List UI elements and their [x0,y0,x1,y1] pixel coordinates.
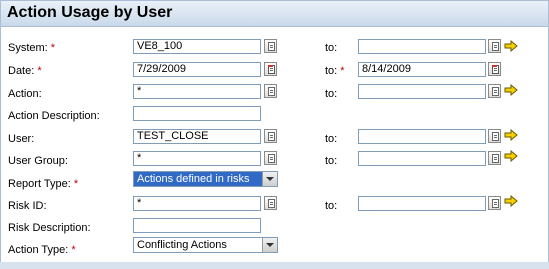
panel-header: Action Usage by User [1,1,548,27]
value-help-icon [492,42,499,51]
risk-id-to-field[interactable] [358,196,486,211]
required-marker: * [340,65,345,77]
action-type-label: Action Type: * [8,244,76,256]
user-group-to-label: to: [325,155,338,167]
risk-description-field[interactable] [133,218,261,233]
user-to-value-help-button[interactable] [488,129,501,143]
value-help-icon [268,87,275,96]
user-group-value-help-button[interactable] [264,151,277,165]
required-marker: * [73,178,79,190]
risk-description-label: Risk Description: [8,222,91,234]
risk-id-value-help-button[interactable] [264,196,277,210]
required-marker: * [50,42,56,54]
required-marker: * [37,65,42,77]
user-group-field[interactable]: * [133,151,261,166]
user-group-to-field[interactable] [358,151,486,166]
value-help-icon [268,199,275,208]
multiple-selection-arrow-icon[interactable] [504,195,518,207]
date-to-calendar-button[interactable] [488,62,501,76]
system-to-value-help-button[interactable] [488,39,501,53]
date-to-field[interactable]: 8/14/2009 [358,62,486,77]
system-field[interactable]: VE8_100 [133,39,261,54]
action-value-help-button[interactable] [264,84,277,98]
risk-id-to-value-help-button[interactable] [488,196,501,210]
system-label: System: * [8,42,56,54]
risk-id-to-label: to: [325,200,338,212]
bottom-divider [0,262,549,269]
date-from-field[interactable]: 7/29/2009 [133,62,261,77]
chevron-down-icon[interactable] [262,172,277,186]
risk-id-label: Risk ID: [8,200,47,212]
page-title: Action Usage by User [7,4,173,21]
multiple-selection-arrow-icon[interactable] [504,150,518,162]
action-to-label: to: [325,88,338,100]
value-help-icon [268,154,275,163]
action-field[interactable]: * [133,84,261,99]
date-label: Date: * [8,65,42,77]
action-to-value-help-button[interactable] [488,84,501,98]
value-help-icon [492,132,499,141]
date-to-label: to: * [325,65,345,77]
user-group-label: User Group: [8,155,68,167]
risk-id-field[interactable]: * [133,196,261,211]
system-to-field[interactable] [358,39,486,54]
action-type-dropdown[interactable]: Conflicting Actions [133,237,278,253]
action-description-label: Action Description: [8,110,100,122]
value-help-icon [268,42,275,51]
user-value-help-button[interactable] [264,129,277,143]
system-value-help-button[interactable] [264,39,277,53]
date-from-calendar-button[interactable] [264,62,277,76]
report-type-dropdown[interactable]: Actions defined in risks [133,171,278,187]
multiple-selection-arrow-icon[interactable] [504,84,518,96]
value-help-icon [492,199,499,208]
multiple-selection-arrow-icon[interactable] [504,129,518,141]
value-help-icon [268,132,275,141]
user-to-field[interactable] [358,129,486,144]
value-help-icon [492,154,499,163]
user-group-to-value-help-button[interactable] [488,151,501,165]
action-to-field[interactable] [358,84,486,99]
action-description-field[interactable] [133,106,261,121]
multiple-selection-arrow-icon[interactable] [504,40,518,52]
chevron-down-icon[interactable] [262,238,277,252]
report-type-label: Report Type: * [8,178,79,190]
calendar-icon [268,65,275,74]
user-to-label: to: [325,133,338,145]
action-label: Action: [8,88,42,100]
required-marker: * [71,244,76,256]
calendar-icon [492,65,499,74]
value-help-icon [492,87,499,96]
system-to-label: to: [325,42,338,54]
user-label: User: [8,133,35,145]
user-field[interactable]: TEST_CLOSE [133,129,261,144]
